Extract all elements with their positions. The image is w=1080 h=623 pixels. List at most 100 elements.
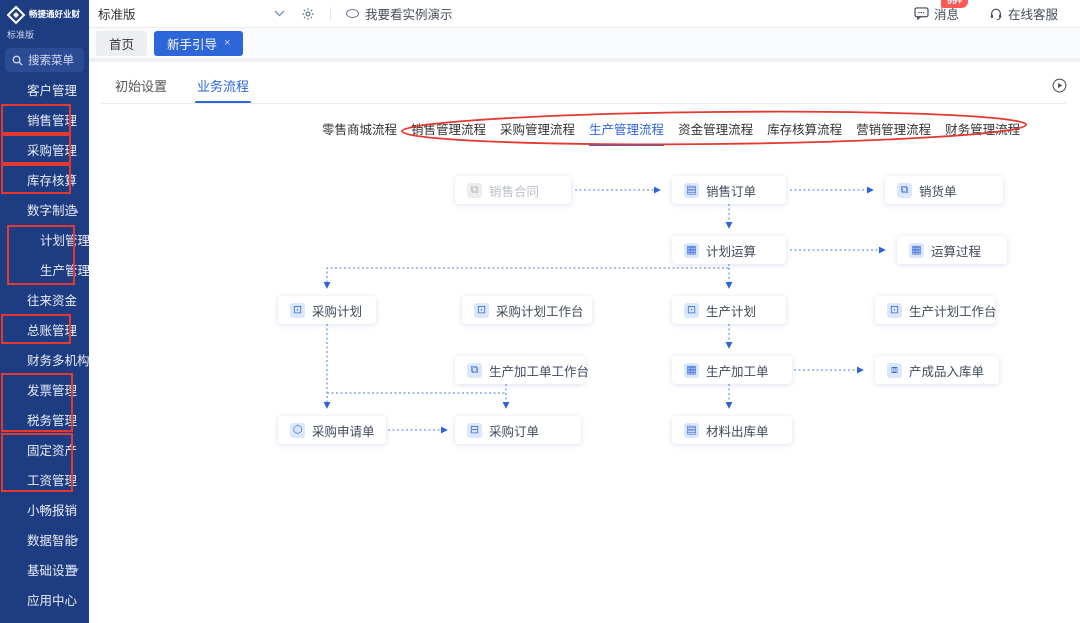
node-label: 生产加工单 bbox=[706, 361, 769, 380]
flow-node-sales-order[interactable]: ▤ 销售订单 bbox=[672, 176, 786, 204]
brand-logo-icon bbox=[6, 5, 26, 25]
node-label: 销售合同 bbox=[489, 181, 539, 200]
flow-connectors bbox=[89, 62, 1080, 623]
messages-button[interactable]: 消息 99+ bbox=[914, 4, 959, 23]
sidebar-menu: 客户管理 销售管理 采购管理 库存核算 数字制造▲ 计划管理 生产管理 往来资金… bbox=[0, 76, 89, 616]
flow-tab-sales[interactable]: 销售管理流程 bbox=[411, 119, 486, 138]
tab-guide-label: 新手引导 bbox=[167, 34, 217, 53]
settings-button[interactable] bbox=[301, 7, 315, 21]
subtabs: 初始设置 业务流程 bbox=[115, 76, 249, 95]
tab-guide-active[interactable]: 新手引导 × bbox=[154, 31, 243, 56]
flow-node-purchase-plan-workbench[interactable]: ⊡ 采购计划工作台 bbox=[462, 296, 592, 324]
doc-icon: ▤ bbox=[684, 183, 699, 198]
sidebar-item-inventory[interactable]: 库存核算 bbox=[0, 166, 89, 196]
flow-tab-purchase[interactable]: 采购管理流程 bbox=[500, 119, 575, 138]
sidebar-item-tax[interactable]: 税务管理 bbox=[0, 406, 89, 436]
sidebar-item-manufacturing[interactable]: 数字制造▲ bbox=[0, 196, 89, 226]
sidebar-item-expense[interactable]: 小畅报销 bbox=[0, 496, 89, 526]
flow-node-material-outbound[interactable]: ▤ 材料出库单 bbox=[672, 416, 792, 444]
node-label: 运算过程 bbox=[931, 241, 981, 260]
chevron-up-icon: ▲ bbox=[72, 196, 80, 226]
main-content: 初始设置 业务流程 零售商城流程 销售管理流程 采购管理流程 生产管理流程 资金… bbox=[89, 62, 1080, 623]
table-icon: ▦ bbox=[684, 363, 699, 378]
flow-node-sales-contract[interactable]: ⧉ 销售合同 bbox=[455, 176, 571, 204]
sidebar-item-sales[interactable]: 销售管理 bbox=[0, 106, 89, 136]
flow-tab-marketing[interactable]: 营销管理流程 bbox=[856, 119, 931, 138]
monitor-icon: ⊡ bbox=[290, 303, 305, 318]
doc-icon: ▤ bbox=[684, 423, 699, 438]
sidebar-item-app-center[interactable]: 应用中心 bbox=[0, 586, 89, 616]
sidebar-item-finance-org[interactable]: 财务多机构 bbox=[0, 346, 89, 376]
flow-tab-funds[interactable]: 资金管理流程 bbox=[678, 119, 753, 138]
box-icon: ⬡ bbox=[290, 423, 305, 438]
flow-node-purchase-request[interactable]: ⬡ 采购申请单 bbox=[278, 416, 386, 444]
flow-node-sales-delivery[interactable]: ⧉ 销货单 bbox=[885, 176, 1003, 204]
sidebar-item-transactions[interactable]: 往来资金 bbox=[0, 286, 89, 316]
flow-node-purchase-plan[interactable]: ⊡ 采购计划 bbox=[278, 296, 376, 324]
clipboard-icon: ⧉ bbox=[897, 183, 912, 198]
sidebar-item-production[interactable]: 生产管理 bbox=[0, 256, 89, 286]
flow-tab-production[interactable]: 生产管理流程 bbox=[589, 119, 664, 138]
gear-icon bbox=[301, 7, 315, 21]
sidebar-item-ledger[interactable]: 总账管理 bbox=[0, 316, 89, 346]
flow-node-calc-process[interactable]: ▦ 运算过程 bbox=[897, 236, 1007, 264]
play-circle-icon bbox=[1052, 78, 1067, 93]
subtab-business-flow[interactable]: 业务流程 bbox=[197, 76, 249, 95]
flow-tab-retail[interactable]: 零售商城流程 bbox=[322, 119, 397, 138]
flow-tab-inventory[interactable]: 库存核算流程 bbox=[767, 119, 842, 138]
flow-node-plan-calc[interactable]: ▦ 计划运算 bbox=[672, 236, 786, 264]
node-label: 采购申请单 bbox=[312, 421, 375, 440]
sidebar-item-purchase[interactable]: 采购管理 bbox=[0, 136, 89, 166]
flow-tab-finance[interactable]: 财务管理流程 bbox=[945, 119, 1020, 138]
demo-link-label: 我要看实例演示 bbox=[365, 4, 453, 23]
node-label: 采购计划 bbox=[312, 301, 362, 320]
sidebar: 畅捷通好业财 标准版 搜索菜单 客户管理 销售管理 采购管理 库存核算 数字制造… bbox=[0, 0, 89, 623]
sidebar-item-payroll[interactable]: 工资管理 bbox=[0, 466, 89, 496]
node-label: 材料出库单 bbox=[706, 421, 769, 440]
search-menu-label: 搜索菜单 bbox=[28, 52, 74, 68]
search-menu-box[interactable]: 搜索菜单 bbox=[5, 48, 84, 72]
flow-node-production-plan[interactable]: ⊡ 生产计划 bbox=[672, 296, 786, 324]
sidebar-item-invoice[interactable]: 发票管理 bbox=[0, 376, 89, 406]
contract-icon: ⧉ bbox=[467, 183, 482, 198]
node-label: 采购订单 bbox=[489, 421, 539, 440]
node-label: 计划运算 bbox=[706, 241, 756, 260]
edition-label: 标准版 bbox=[0, 25, 89, 41]
search-icon bbox=[12, 55, 23, 66]
divider bbox=[101, 103, 1066, 104]
inout-icon: ⧈ bbox=[887, 363, 902, 378]
sidebar-item-fixed-assets[interactable]: 固定资产 bbox=[0, 436, 89, 466]
node-label: 销货单 bbox=[919, 181, 957, 200]
tab-home[interactable]: 首页 bbox=[96, 31, 147, 56]
flow-tabs: 零售商城流程 销售管理流程 采购管理流程 生产管理流程 资金管理流程 库存核算流… bbox=[322, 119, 1020, 138]
monitor-icon: ⊡ bbox=[474, 303, 489, 318]
close-icon[interactable]: × bbox=[224, 37, 230, 49]
subtab-initial-setup[interactable]: 初始设置 bbox=[115, 76, 167, 95]
monitor-icon: ⊡ bbox=[887, 303, 902, 318]
flow-node-work-order[interactable]: ▦ 生产加工单 bbox=[672, 356, 792, 384]
flow-node-production-plan-workbench[interactable]: ⊡ 生产计划工作台 bbox=[875, 296, 995, 324]
divider bbox=[330, 7, 331, 21]
message-icon bbox=[914, 7, 929, 20]
truck-icon: ⊟ bbox=[467, 423, 482, 438]
topbar: 标准版 我要看实例演示 消息 99+ bbox=[89, 0, 1080, 28]
node-label: 生产计划 bbox=[706, 301, 756, 320]
node-label: 生产计划工作台 bbox=[909, 301, 997, 320]
node-label: 采购计划工作台 bbox=[496, 301, 584, 320]
play-demo-button[interactable] bbox=[1052, 78, 1067, 93]
sidebar-item-data-intel[interactable]: 数据智能▼ bbox=[0, 526, 89, 556]
sidebar-item-customer[interactable]: 客户管理 bbox=[0, 76, 89, 106]
version-select[interactable]: 标准版 bbox=[89, 4, 285, 23]
logo: 畅捷通好业财 bbox=[0, 0, 89, 25]
sidebar-item-planning[interactable]: 计划管理 bbox=[0, 226, 89, 256]
node-label: 生产加工单工作台 bbox=[489, 361, 589, 380]
flow-node-work-order-workbench[interactable]: ⧉ 生产加工单工作台 bbox=[455, 356, 585, 384]
flow-node-finished-goods-inbound[interactable]: ⧈ 产成品入库单 bbox=[875, 356, 999, 384]
support-button[interactable]: 在线客服 bbox=[989, 4, 1058, 23]
flow-node-purchase-order[interactable]: ⊟ 采购订单 bbox=[455, 416, 581, 444]
version-select-value: 标准版 bbox=[98, 4, 136, 23]
sidebar-item-settings[interactable]: 基础设置▼ bbox=[0, 556, 89, 586]
topbar-right: 消息 99+ 在线客服 bbox=[914, 4, 1080, 23]
demo-link[interactable]: 我要看实例演示 bbox=[346, 4, 453, 23]
node-label: 产成品入库单 bbox=[909, 361, 984, 380]
